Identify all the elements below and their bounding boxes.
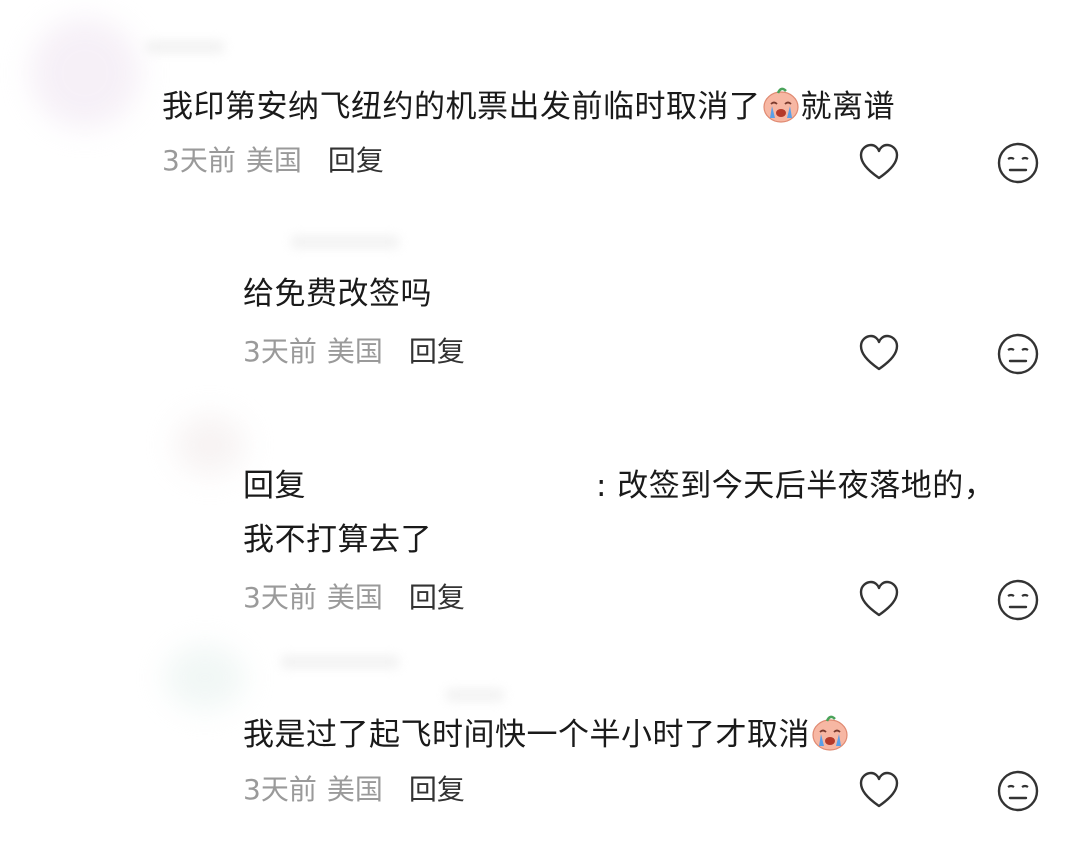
comment-region: 美国 xyxy=(245,144,302,177)
heart-outline-icon[interactable] xyxy=(856,140,902,186)
comment-text-content: 我印第安纳飞纽约的机票出发前临时取消了 xyxy=(162,89,761,125)
reply-button[interactable]: 回复 xyxy=(409,581,465,614)
comment-text: 回复 : 改签到今天后半夜落地的， xyxy=(243,466,995,506)
comment-region: 美国 xyxy=(326,773,383,806)
comment-text: 给免费改签吗 xyxy=(243,276,432,312)
comment-region: 美国 xyxy=(326,581,383,614)
comment-time: 3天前 xyxy=(243,581,317,614)
reply-button[interactable]: 回复 xyxy=(328,144,384,177)
comment-text-content: 我是过了起飞时间快一个半小时了才取消 xyxy=(243,717,810,753)
comment-time: 3天前 xyxy=(243,773,317,806)
comment-text-content: 就离谱 xyxy=(800,89,895,125)
avatar-blurred[interactable] xyxy=(165,645,245,710)
heart-outline-icon[interactable] xyxy=(856,577,902,623)
comment-meta: 3天前 美国 回复 xyxy=(243,772,465,808)
username-blurred[interactable] xyxy=(145,40,225,54)
comment-text-content: : 改签到今天后半夜落地的， xyxy=(596,468,996,504)
comment-time: 3天前 xyxy=(243,335,317,368)
comment-time: 3天前 xyxy=(162,144,236,177)
comment-text: 我是过了起飞时间快一个半小时了才取消 xyxy=(243,712,850,755)
neutral-face-icon[interactable] xyxy=(995,140,1041,186)
username-blurred[interactable] xyxy=(445,688,505,702)
comment-text: 我印第安纳飞纽约的机票出发前临时取消了 就离谱 xyxy=(162,84,895,127)
comment-text-line2: 我不打算去了 xyxy=(243,522,432,558)
neutral-face-icon[interactable] xyxy=(995,577,1041,623)
reply-button[interactable]: 回复 xyxy=(409,773,465,806)
comment-meta: 3天前 美国 回复 xyxy=(162,143,384,179)
crying-face-emoji-icon xyxy=(761,84,801,124)
reply-prefix: 回复 xyxy=(243,468,306,504)
reply-button[interactable]: 回复 xyxy=(409,335,465,368)
username-blurred[interactable] xyxy=(290,235,400,249)
neutral-face-icon[interactable] xyxy=(995,768,1041,814)
comment-meta: 3天前 美国 回复 xyxy=(243,334,465,370)
neutral-face-icon[interactable] xyxy=(995,331,1041,377)
heart-outline-icon[interactable] xyxy=(856,331,902,377)
comment-region: 美国 xyxy=(326,335,383,368)
username-blurred[interactable] xyxy=(280,655,400,669)
avatar-blurred[interactable] xyxy=(175,415,245,475)
crying-face-emoji-icon xyxy=(810,712,850,752)
heart-outline-icon[interactable] xyxy=(856,768,902,814)
avatar-blurred[interactable] xyxy=(30,18,140,128)
comment-meta: 3天前 美国 回复 xyxy=(243,580,465,616)
